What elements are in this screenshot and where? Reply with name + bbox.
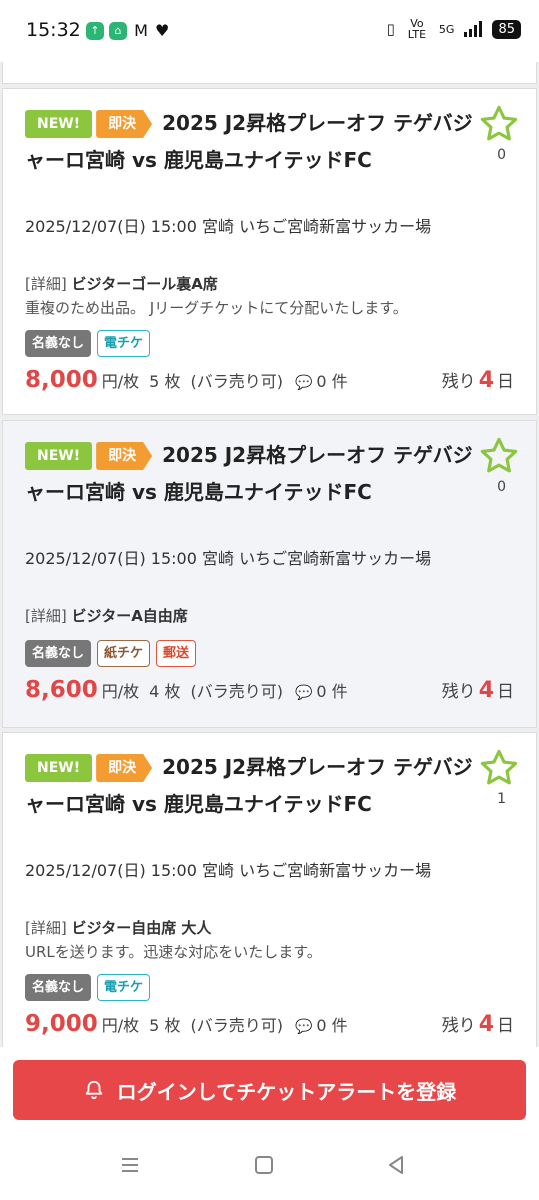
seller-note: URLを送ります。迅速な対応をいたします。 [25,943,322,961]
notification-icons: ↑ ⌂ M ♥ [86,21,169,40]
seat-detail: [詳細] ビジター自由席 大人 [25,917,515,940]
event-datetime-venue: 2025/12/07(日) 15:00 宮崎 いちご宮崎新富サッカー場 [25,549,432,568]
bell-icon [85,1080,103,1100]
split-sale: (バラ売り可) [190,682,283,701]
app-notification-icon: ↑ [86,21,104,40]
days-remaining: 残り 4 日 [441,368,514,393]
network-type: 5G [438,22,455,36]
status-indicators: ▯ Vo LTE 5G 85 [387,18,521,40]
split-sale: (バラ売り可) [190,1016,283,1035]
star-outline-icon[interactable] [478,435,520,477]
battery-level: 85 [492,19,521,39]
listing-title: 2025 J2昇格プレーオフ テゲバジャーロ宮崎 vs 鹿児島ユナイテッドFC [25,111,473,172]
seat-detail: [詳細] ビジターゴール裏A席 [25,273,515,296]
listing-title-block[interactable]: NEW! 即決 2025 J2昇格プレーオフ テゲバジャーロ宮崎 vs 鹿児島ユナイ… [25,105,475,179]
price-unit: 円/枚 [101,372,140,391]
tag-no-name: 名義なし [25,640,92,667]
favorite-count: 1 [497,791,506,807]
event-datetime-venue: 2025/12/07(日) 15:00 宮崎 いちご宮崎新富サッカー場 [25,217,432,236]
signal-icon [464,21,483,37]
price-row: 8,000 円/枚 5 枚 (バラ売り可) 💬 0 件 残り 4 日 [25,367,514,401]
system-nav-bar [0,1127,539,1200]
seat-name: ビジター自由席 大人 [71,919,212,937]
seller-note: 重複のため出品。 Jリーグチケットにて分配いたします。 [25,299,408,317]
comment-count: 0 件 [316,682,348,701]
new-badge: NEW! [25,442,93,470]
favorite-count: 0 [497,147,506,163]
ticket-tags: 名義なし 電チケ [25,330,151,357]
square-home-icon[interactable] [252,1153,276,1177]
listing-title: 2025 J2昇格プレーオフ テゲバジャーロ宮崎 vs 鹿児島ユナイテッドFC [25,443,473,504]
ticket-listing-card[interactable]: NEW! 即決 2025 J2昇格プレーオフ テゲバジャーロ宮崎 vs 鹿児島ユナイ… [2,420,537,728]
days-remaining: 残り 4 日 [441,1012,514,1037]
status-time: 15:32 [26,19,81,41]
price-unit: 円/枚 [101,682,140,701]
ticket-alert-label: ログインしてチケットアラートを登録 [116,1081,457,1104]
price: 9,000 [25,1011,98,1037]
seat-detail: [詳細] ビジターA自由席 [25,605,515,628]
event-datetime-venue: 2025/12/07(日) 15:00 宮崎 いちご宮崎新富サッカー場 [25,861,432,880]
sokketsu-badge: 即決 [96,754,153,782]
seat-name: ビジターゴール裏A席 [71,275,218,293]
mail-icon: M [134,21,148,40]
sokketsu-badge: 即決 [96,110,153,138]
new-badge: NEW! [25,110,93,138]
heart-icon: ♥ [155,21,170,40]
quantity: 5 枚 [149,372,181,391]
price-row: 8,600 円/枚 4 枚 (バラ売り可) 💬 0 件 残り 4 日 [25,677,514,711]
menu-icon[interactable] [118,1153,142,1177]
price: 8,600 [25,677,98,703]
favorite-count: 0 [497,479,506,495]
split-sale: (バラ売り可) [190,372,283,391]
speech-bubble-icon: 💬 [294,1019,313,1035]
ticket-alert-button[interactable]: ログインしてチケットアラートを登録 [13,1060,526,1120]
price: 8,000 [25,367,98,393]
ticket-listing-card[interactable]: NEW! 即決 2025 J2昇格プレーオフ テゲバジャーロ宮崎 vs 鹿児島ユナイ… [2,732,537,1047]
listing-scroll-area[interactable]: NEW! 即決 2025 J2昇格プレーオフ テゲバジャーロ宮崎 vs 鹿児島ユナイ… [0,62,539,1047]
triangle-back-icon[interactable] [384,1153,408,1177]
quantity: 4 枚 [149,682,181,701]
detail-prefix: [詳細] [25,919,67,937]
listing-title-block[interactable]: NEW! 即決 2025 J2昇格プレーオフ テゲバジャーロ宮崎 vs 鹿児島ユナイ… [25,437,475,511]
ticket-tags: 名義なし 紙チケ 郵送 [25,640,197,667]
detail-prefix: [詳細] [25,275,67,293]
quantity: 5 枚 [149,1016,181,1035]
ticket-tags: 名義なし 電チケ [25,974,151,1001]
new-badge: NEW! [25,754,93,782]
days-remaining: 残り 4 日 [441,678,514,703]
star-outline-icon[interactable] [478,103,520,145]
price-unit: 円/枚 [101,1016,140,1035]
listing-title-block[interactable]: NEW! 即決 2025 J2昇格プレーオフ テゲバジャーロ宮崎 vs 鹿児島ユナイ… [25,749,475,823]
comment-count: 0 件 [316,372,348,391]
comment-count: 0 件 [316,1016,348,1035]
detail-prefix: [詳細] [25,607,67,625]
app-notification-icon: ⌂ [109,21,127,40]
speech-bubble-icon: 💬 [294,685,313,701]
seat-name: ビジターA自由席 [71,607,188,625]
tag-paper-ticket: 紙チケ [97,640,151,667]
tag-no-name: 名義なし [25,974,92,1001]
previous-card-edge [2,62,537,84]
tag-e-ticket: 電チケ [97,974,151,1001]
status-bar: 15:32 ↑ ⌂ M ♥ ▯ Vo LTE 5G 85 [0,0,539,62]
ticket-listing-card[interactable]: NEW! 即決 2025 J2昇格プレーオフ テゲバジャーロ宮崎 vs 鹿児島ユナイ… [2,88,537,415]
speech-bubble-icon: 💬 [294,375,313,391]
tag-postal: 郵送 [156,640,197,667]
tag-e-ticket: 電チケ [97,330,151,357]
star-outline-icon[interactable] [478,747,520,789]
vibrate-icon: ▯ [386,20,395,38]
price-row: 9,000 円/枚 5 枚 (バラ売り可) 💬 0 件 残り 4 日 [25,1011,514,1045]
bottom-action-bar: ログインしてチケットアラートを登録 [0,1047,539,1127]
sokketsu-badge: 即決 [96,442,153,470]
tag-no-name: 名義なし [25,330,92,357]
volte-indicator: Vo LTE [407,17,427,41]
listing-title: 2025 J2昇格プレーオフ テゲバジャーロ宮崎 vs 鹿児島ユナイテッドFC [25,755,473,816]
